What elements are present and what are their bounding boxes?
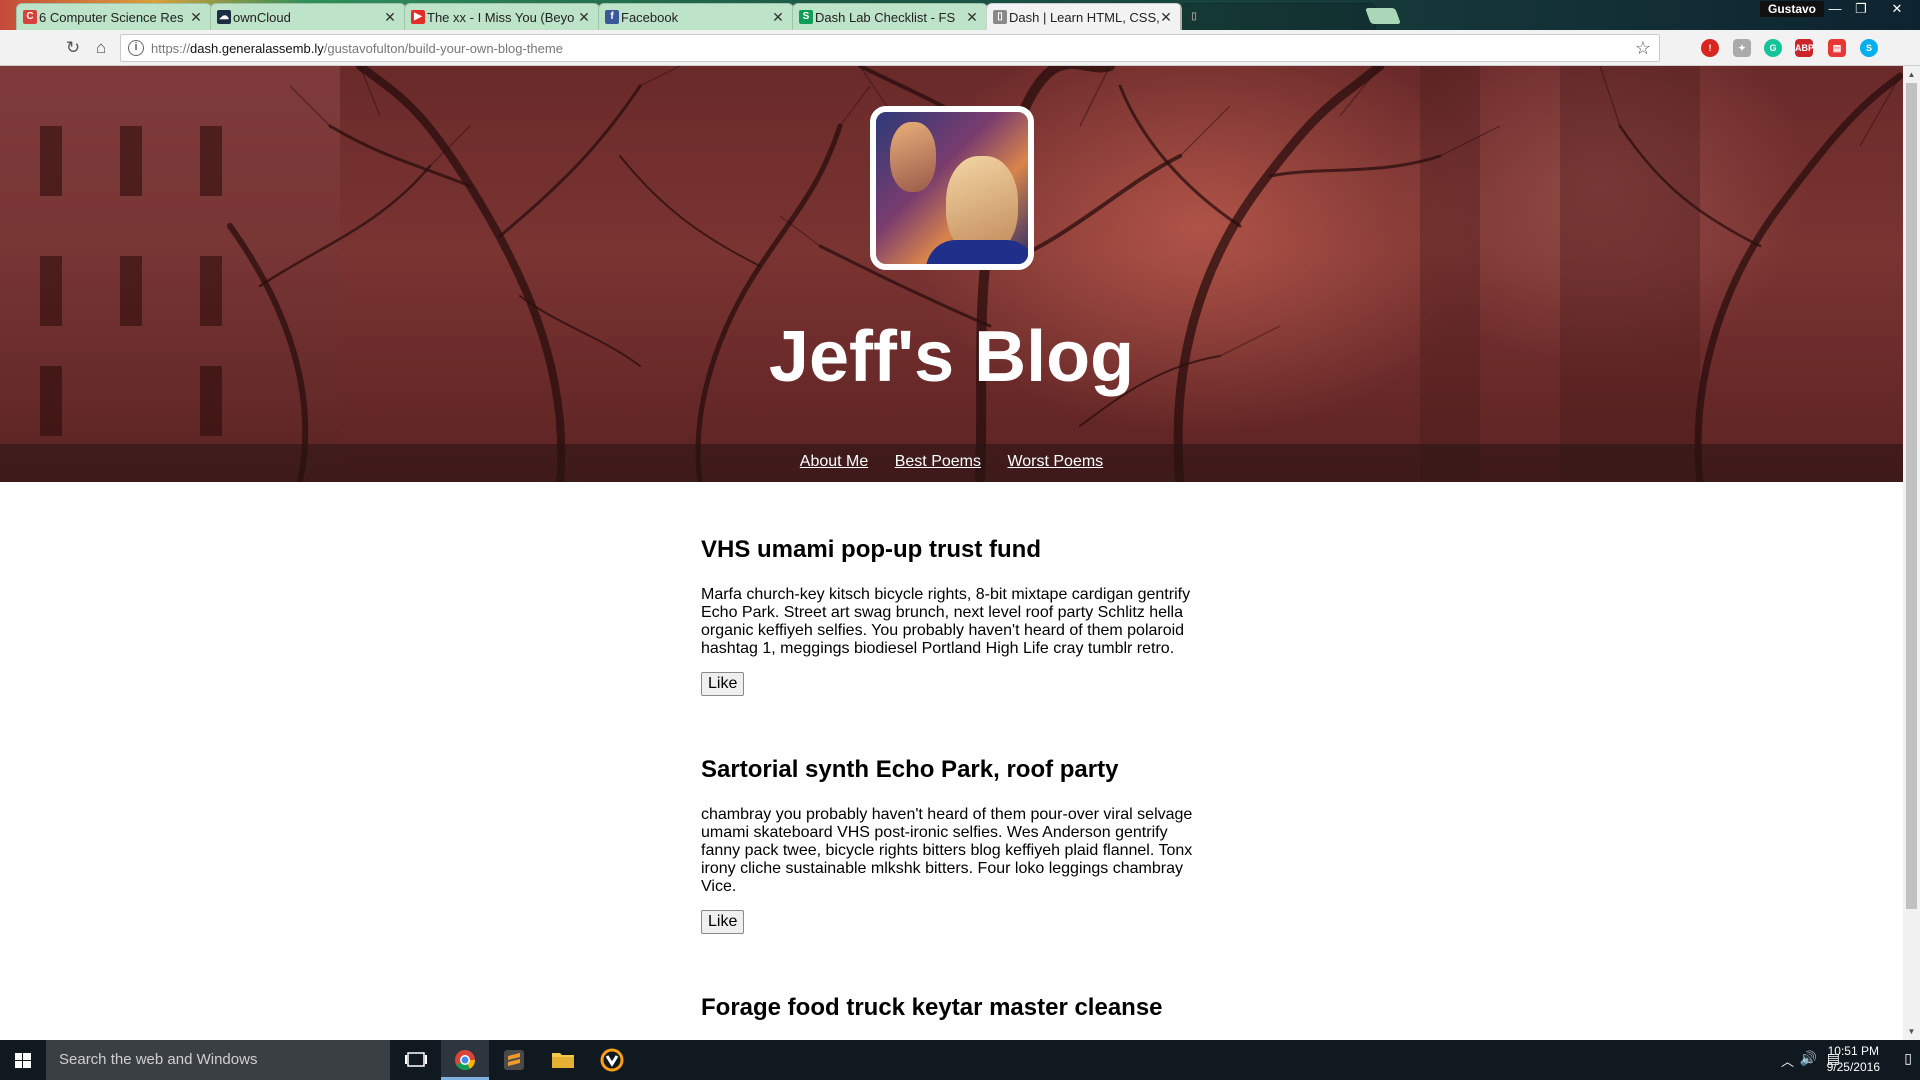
clock-time: 10:51 PM bbox=[1827, 1044, 1879, 1058]
browser-toolbar: ↻ ⌂ i https://dash.generalassemb.ly/gust… bbox=[0, 30, 1920, 66]
clock-date: 9/25/2016 bbox=[1826, 1060, 1880, 1074]
avatar bbox=[870, 106, 1034, 270]
chrome-icon bbox=[455, 1050, 476, 1071]
taskbar-sublime[interactable] bbox=[490, 1040, 538, 1080]
like-button[interactable]: Like bbox=[701, 910, 745, 934]
hero-banner: Jeff's Blog About Me Best Poems Worst Po… bbox=[0, 66, 1903, 482]
restore-icon[interactable]: ❐ bbox=[1848, 0, 1874, 20]
tab-title: Dash | Learn HTML, CSS, bbox=[1009, 9, 1159, 25]
tab-title: 6 Computer Science Res bbox=[39, 9, 184, 25]
skype-icon[interactable]: S bbox=[1860, 39, 1878, 57]
tab-dash-checklist[interactable]: S Dash Lab Checklist - FS ✕ bbox=[792, 3, 988, 30]
facebook-icon: f bbox=[605, 10, 619, 24]
new-tab-button[interactable] bbox=[1365, 8, 1401, 24]
post-title: Sartorial synth Echo Park, roof party bbox=[701, 756, 1119, 783]
close-icon[interactable]: ✕ bbox=[965, 9, 979, 26]
post-body: Marfa church-key kitsch bicycle rights, … bbox=[701, 586, 1191, 657]
windows-start-button[interactable] bbox=[0, 1040, 46, 1080]
blog-post: Sartorial synth Echo Park, roof party ch… bbox=[701, 756, 1201, 934]
reload-icon[interactable]: ↻ bbox=[62, 37, 84, 59]
cloud-icon: ☁ bbox=[217, 10, 231, 24]
taskbar-search-box[interactable]: Search the web and Windows bbox=[46, 1040, 390, 1080]
extension-red-icon[interactable]: ▤ bbox=[1828, 39, 1846, 57]
post-title: VHS umami pop-up trust fund bbox=[701, 536, 1041, 563]
scroll-down-icon[interactable]: ▼ bbox=[1903, 1023, 1920, 1040]
nav-link-about-me[interactable]: About Me bbox=[800, 453, 868, 471]
profile-name[interactable]: Gustavo bbox=[1760, 1, 1825, 17]
extension-puzzle-icon[interactable]: ✦ bbox=[1733, 39, 1751, 57]
task-view-icon bbox=[405, 1052, 427, 1067]
post-body: chambray you probably haven't heard of t… bbox=[701, 806, 1193, 895]
volume-icon[interactable]: 🔊 bbox=[1800, 1050, 1817, 1067]
address-bar[interactable]: i https://dash.generalassemb.ly/gustavof… bbox=[120, 34, 1660, 62]
blog-title: Jeff's Blog bbox=[768, 317, 1135, 397]
nav-link-worst-poems[interactable]: Worst Poems bbox=[1007, 453, 1103, 471]
sheets-icon: S bbox=[799, 10, 813, 24]
scroll-up-icon[interactable]: ▲ bbox=[1903, 66, 1920, 83]
windows-logo-icon bbox=[15, 1053, 31, 1068]
scrollbar[interactable]: ▲ ▼ bbox=[1903, 66, 1920, 1040]
close-icon[interactable]: ✕ bbox=[189, 9, 203, 26]
close-icon[interactable]: ✕ bbox=[383, 9, 397, 26]
youtube-icon: ▶ bbox=[411, 10, 425, 24]
tab-facebook[interactable]: f Facebook ✕ bbox=[598, 3, 794, 30]
home-icon[interactable]: ⌂ bbox=[90, 37, 112, 59]
task-view-button[interactable] bbox=[392, 1040, 440, 1080]
browser-frame: C 6 Computer Science Res ✕ ☁ ownCloud ✕ … bbox=[0, 0, 1920, 66]
blog-post: Forage food truck keytar master cleanse bbox=[701, 994, 1201, 1040]
c-icon: C bbox=[23, 10, 37, 24]
clock[interactable]: 10:51 PM 9/25/2016 bbox=[1827, 1043, 1880, 1075]
taskbar-overwatch[interactable] bbox=[588, 1040, 636, 1080]
close-icon[interactable]: ✕ bbox=[771, 9, 785, 26]
url-text[interactable]: https://dash.generalassemb.ly/gustavoful… bbox=[151, 41, 563, 56]
minimize-icon[interactable]: — bbox=[1822, 0, 1848, 20]
tab-title: ownCloud bbox=[233, 9, 291, 25]
close-window-icon[interactable]: ✕ bbox=[1874, 0, 1920, 20]
tab-youtube[interactable]: ▶ The xx - I Miss You (Beyo ✕ bbox=[404, 3, 600, 30]
tab-title: Dash Lab Checklist - FS bbox=[815, 9, 956, 25]
notification-icon[interactable]: ▯ bbox=[1904, 1050, 1912, 1067]
page-icon: ▯ bbox=[1191, 11, 1197, 22]
blog-nav: About Me Best Poems Worst Poems bbox=[0, 444, 1903, 482]
scrollbar-thumb[interactable] bbox=[1906, 83, 1917, 909]
taskbar: Search the web and Windows ︿ 🔊 ▤ 10:51 P… bbox=[0, 1040, 1920, 1080]
tab-strip: C 6 Computer Science Res ✕ ☁ ownCloud ✕ … bbox=[0, 0, 1920, 30]
tab-title: The xx - I Miss You (Beyo bbox=[427, 9, 575, 25]
page-icon: ▯ bbox=[993, 10, 1007, 24]
grammarly-icon[interactable]: G bbox=[1764, 39, 1782, 57]
info-icon[interactable]: i bbox=[128, 40, 144, 56]
tab-blank[interactable]: ▯ bbox=[1180, 3, 1376, 30]
tab-dash-learn[interactable]: ▯ Dash | Learn HTML, CSS, ✕ bbox=[986, 3, 1182, 30]
page-viewport[interactable]: Jeff's Blog About Me Best Poems Worst Po… bbox=[0, 66, 1903, 1040]
tab-title: Facebook bbox=[621, 9, 679, 25]
extension-shield-icon[interactable]: ! bbox=[1701, 39, 1719, 57]
close-icon[interactable]: ✕ bbox=[1159, 9, 1173, 26]
folder-icon bbox=[552, 1053, 574, 1068]
blog-post: VHS umami pop-up trust fund Marfa church… bbox=[701, 536, 1201, 696]
adblock-icon[interactable]: ABP bbox=[1795, 39, 1814, 57]
sublime-text-icon bbox=[504, 1050, 524, 1070]
bookmark-star-icon[interactable]: ☆ bbox=[1635, 38, 1651, 59]
tab-computer-science[interactable]: C 6 Computer Science Res ✕ bbox=[16, 3, 212, 30]
overwatch-icon bbox=[600, 1048, 624, 1072]
post-title: Forage food truck keytar master cleanse bbox=[701, 994, 1163, 1021]
tab-owncloud[interactable]: ☁ ownCloud ✕ bbox=[210, 3, 406, 30]
like-button[interactable]: Like bbox=[701, 672, 745, 696]
taskbar-chrome[interactable] bbox=[441, 1040, 489, 1080]
taskbar-file-explorer[interactable] bbox=[539, 1040, 587, 1080]
chevron-up-icon[interactable]: ︿ bbox=[1781, 1051, 1794, 1070]
close-icon[interactable]: ✕ bbox=[577, 9, 591, 26]
nav-link-best-poems[interactable]: Best Poems bbox=[895, 453, 981, 471]
